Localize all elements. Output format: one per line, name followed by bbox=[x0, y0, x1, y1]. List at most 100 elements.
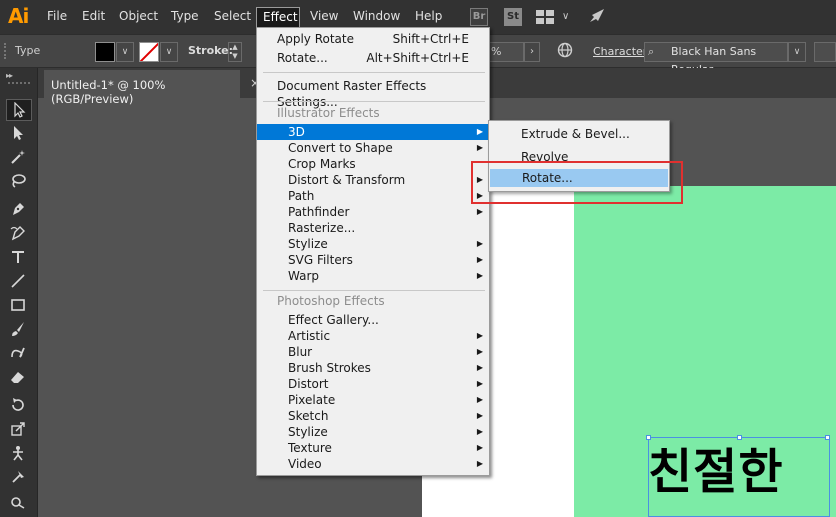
menu-file[interactable]: File bbox=[47, 9, 67, 23]
paintbrush-tool-icon[interactable] bbox=[6, 319, 32, 341]
eraser-tool-icon[interactable] bbox=[6, 367, 32, 389]
menu-item-photoshop-stylize[interactable]: Stylize ▶ bbox=[257, 424, 489, 440]
menu-item-illustrator-svg-filters[interactable]: SVG Filters ▶ bbox=[257, 252, 489, 268]
menu-item-rotate[interactable]: Rotate... Alt+Shift+Ctrl+E bbox=[257, 50, 489, 66]
menu-item-illustrator-warp[interactable]: Warp ▶ bbox=[257, 268, 489, 284]
menu-item-photoshop-sketch[interactable]: Sketch ▶ bbox=[257, 408, 489, 424]
tools-grip[interactable] bbox=[8, 82, 30, 84]
font-family-dropdown[interactable]: ∨ bbox=[788, 42, 806, 62]
tools-panel: ▸▸ bbox=[0, 68, 38, 517]
menu-item-photoshop-video[interactable]: Video ▶ bbox=[257, 456, 489, 472]
menu-object[interactable]: Object bbox=[119, 9, 158, 23]
stroke-dropdown[interactable]: ∨ bbox=[160, 42, 178, 62]
menu-item-photoshop-blur[interactable]: Blur ▶ bbox=[257, 344, 489, 360]
magic-wand-tool-icon[interactable] bbox=[6, 147, 32, 169]
menu-item-photoshop-pixelate[interactable]: Pixelate ▶ bbox=[257, 392, 489, 408]
rotate-tool-icon[interactable] bbox=[6, 395, 32, 417]
fill-swatch[interactable] bbox=[95, 42, 115, 62]
document-tab-title: Untitled-1* @ 100% (RGB/Preview) bbox=[51, 78, 166, 106]
stock-icon[interactable]: St bbox=[504, 8, 522, 26]
submenu-arrow-icon: ▶ bbox=[476, 411, 483, 420]
bbox-handle-top-left[interactable] bbox=[646, 435, 651, 440]
submenu-item-extrude-bevel[interactable]: Extrude & Bevel... bbox=[489, 125, 669, 143]
workspace-grid-icon[interactable] bbox=[536, 8, 554, 26]
submenu-arrow-icon: ▶ bbox=[476, 379, 483, 388]
submenu-arrow-icon: ▶ bbox=[476, 459, 483, 468]
menu-window[interactable]: Window bbox=[353, 9, 400, 23]
menu-item-photoshop-brush-strokes[interactable]: Brush Strokes ▶ bbox=[257, 360, 489, 376]
menu-separator bbox=[263, 101, 485, 102]
direct-selection-tool-icon[interactable] bbox=[6, 123, 32, 145]
puppet-warp-tool-icon[interactable] bbox=[6, 443, 32, 465]
menu-item-photoshop-artistic[interactable]: Artistic ▶ bbox=[257, 328, 489, 344]
menu-select[interactable]: Select bbox=[214, 9, 251, 23]
fill-dropdown[interactable]: ∨ bbox=[116, 42, 134, 62]
font-family-field[interactable]: ⌕ Black Han Sans Regular bbox=[644, 42, 788, 76]
menu-item-illustrator-distort-transform[interactable]: Distort & Transform ▶ bbox=[257, 172, 489, 188]
document-tab[interactable]: Untitled-1* @ 100% (RGB/Preview) bbox=[44, 70, 240, 106]
selection-tool-icon[interactable] bbox=[6, 99, 32, 121]
chevron-down-icon[interactable]: ∨ bbox=[562, 11, 569, 22]
stroke-swatch[interactable] bbox=[139, 42, 159, 62]
search-icon: ⌕ bbox=[648, 45, 655, 58]
menu-help[interactable]: Help bbox=[415, 9, 442, 23]
menu-separator bbox=[263, 72, 485, 73]
illustrator-logo: Ai bbox=[8, 4, 29, 28]
menu-item-photoshop-distort[interactable]: Distort ▶ bbox=[257, 376, 489, 392]
menu-group-photoshop-effects: Photoshop Effects bbox=[277, 294, 385, 308]
submenu-arrow-icon: ▶ bbox=[476, 331, 483, 340]
menu-effect-label: Effect bbox=[263, 10, 298, 24]
globe-icon[interactable] bbox=[557, 42, 573, 62]
rectangle-tool-icon[interactable] bbox=[6, 295, 32, 317]
menu-edit[interactable]: Edit bbox=[82, 9, 105, 23]
menu-type[interactable]: Type bbox=[171, 9, 199, 23]
submenu-arrow-icon: ▶ bbox=[476, 347, 483, 356]
menu-item-illustrator-rasterize[interactable]: Rasterize... bbox=[257, 220, 489, 236]
symbol-sprayer-tool-icon[interactable] bbox=[6, 491, 32, 513]
submenu-arrow-icon: ▶ bbox=[476, 143, 483, 152]
stroke-label[interactable]: Stroke: bbox=[188, 44, 233, 57]
annotation-highlight-box bbox=[471, 161, 683, 204]
menu-item-illustrator-crop-marks[interactable]: Crop Marks bbox=[257, 156, 489, 172]
lasso-tool-icon[interactable] bbox=[6, 171, 32, 193]
submenu-arrow-icon: ▶ bbox=[476, 255, 483, 264]
bridge-icon[interactable]: Br bbox=[470, 8, 488, 26]
type-tool-icon[interactable] bbox=[6, 247, 32, 269]
menu-view[interactable]: View bbox=[310, 9, 338, 23]
menu-item-illustrator-pathfinder[interactable]: Pathfinder ▶ bbox=[257, 204, 489, 220]
character-label[interactable]: Character: bbox=[593, 45, 651, 58]
menu-item-apply-rotate[interactable]: Apply Rotate Shift+Ctrl+E bbox=[257, 31, 489, 47]
submenu-arrow-icon: ▶ bbox=[476, 271, 483, 280]
curvature-tool-icon[interactable] bbox=[6, 223, 32, 245]
effect-menu-dropdown: Apply Rotate Shift+Ctrl+E Rotate... Alt+… bbox=[256, 27, 490, 476]
artboard-area[interactable] bbox=[478, 186, 574, 517]
panel-grip[interactable] bbox=[4, 43, 8, 59]
menu-effect[interactable]: Effect bbox=[256, 7, 300, 28]
shaper-tool-icon[interactable] bbox=[6, 343, 32, 365]
menu-item-illustrator-3d[interactable]: 3D ▶ bbox=[257, 124, 489, 140]
menu-item-document-raster-effects-settings[interactable]: Document Raster Effects Settings... bbox=[257, 78, 489, 109]
font-style-field[interactable] bbox=[814, 42, 836, 62]
scale-tool-icon[interactable] bbox=[6, 419, 32, 441]
submenu-arrow-icon: ▶ bbox=[476, 443, 483, 452]
bbox-handle-top-right[interactable] bbox=[825, 435, 830, 440]
opacity-field[interactable]: % bbox=[488, 42, 524, 62]
submenu-arrow-icon: ▶ bbox=[476, 127, 483, 136]
opacity-arrow[interactable]: › bbox=[524, 42, 540, 62]
menu-item-photoshop-effect-gallery[interactable]: Effect Gallery... bbox=[257, 312, 489, 328]
submenu-arrow-icon: ▶ bbox=[476, 207, 483, 216]
menu-item-illustrator-stylize[interactable]: Stylize ▶ bbox=[257, 236, 489, 252]
stroke-weight-stepper[interactable]: ▲ ▼ bbox=[228, 42, 242, 62]
free-transform-tool-icon[interactable] bbox=[6, 467, 32, 489]
menu-item-illustrator-path[interactable]: Path ▶ bbox=[257, 188, 489, 204]
selection-bounding-box[interactable] bbox=[646, 435, 830, 517]
menu-item-illustrator-convert-to-shape[interactable]: Convert to Shape ▶ bbox=[257, 140, 489, 156]
collapse-panel-icon[interactable]: ▸▸ bbox=[6, 71, 13, 80]
menu-group-illustrator-effects: Illustrator Effects bbox=[277, 106, 380, 120]
menu-item-photoshop-texture[interactable]: Texture ▶ bbox=[257, 440, 489, 456]
line-tool-icon[interactable] bbox=[6, 271, 32, 293]
rocket-icon[interactable] bbox=[588, 8, 606, 28]
submenu-arrow-icon: ▶ bbox=[476, 427, 483, 436]
pen-tool-icon[interactable] bbox=[6, 199, 32, 221]
bbox-handle-top-center[interactable] bbox=[737, 435, 742, 440]
